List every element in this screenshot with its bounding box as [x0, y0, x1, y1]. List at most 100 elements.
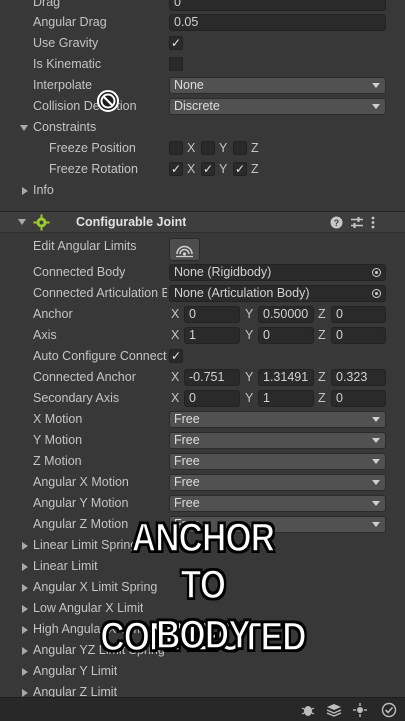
connected-body-field[interactable]: None (Rigidbody)	[169, 264, 386, 281]
foldout-closed-icon[interactable]	[22, 584, 28, 592]
freeze-position-x-checkbox[interactable]	[169, 141, 183, 155]
chevron-down-icon	[372, 459, 380, 464]
axis-y-field[interactable]: 0	[258, 327, 314, 344]
drag-field[interactable]: 0	[169, 0, 386, 11]
z-label: Z	[251, 162, 259, 176]
auto-configure-row: Auto Configure Connected Anchor ✓	[0, 346, 405, 367]
motion-label: X Motion	[33, 412, 83, 426]
secondary-axis-z-field[interactable]: 0	[331, 390, 386, 407]
motion-dropdown[interactable]: Free	[169, 495, 386, 512]
connected-articulation-label: Connected Articulation Body	[33, 286, 167, 300]
motion-dropdown[interactable]: Free	[169, 474, 386, 491]
x-label: X	[171, 328, 180, 342]
secondary-axis-y-field[interactable]: 1	[258, 390, 314, 407]
motion-dropdown[interactable]: Free	[169, 453, 386, 470]
is-kinematic-row: Is Kinematic	[0, 54, 405, 75]
motion-dropdown[interactable]: Free	[169, 432, 386, 449]
y-label: Y	[245, 328, 254, 342]
secondary-axis-label: Secondary Axis	[33, 391, 120, 405]
secondary-axis-x-field[interactable]: 0	[184, 390, 240, 407]
anchor-row: Anchor X 0 Y 0.50000 Z 0	[0, 304, 405, 325]
auto-configure-checkbox[interactable]: ✓	[169, 349, 183, 363]
foldout-closed-icon[interactable]	[22, 668, 28, 676]
connected-anchor-z-field[interactable]: 0.323	[331, 369, 386, 386]
z-label: Z	[251, 141, 259, 155]
freeze-rotation-x-checkbox[interactable]: ✓	[169, 162, 183, 176]
foldout-closed-icon[interactable]	[22, 563, 28, 571]
connected-body-label: Connected Body	[33, 265, 126, 279]
object-picker-icon[interactable]	[372, 268, 381, 277]
freeze-rotation-z-checkbox[interactable]: ✓	[233, 162, 247, 176]
y-label: Y	[219, 162, 228, 176]
foldout-open-icon[interactable]	[18, 219, 26, 225]
configurable-joint-header[interactable]: Configurable Joint ?	[0, 211, 405, 233]
foldout-closed-icon[interactable]	[22, 689, 28, 697]
motion-value: Free	[174, 496, 200, 510]
edit-angular-limits-row: Edit Angular Limits	[0, 236, 405, 262]
connected-anchor-x-field[interactable]: -0.751	[184, 369, 240, 386]
constraints-row[interactable]: Constraints	[0, 117, 405, 138]
is-kinematic-checkbox[interactable]	[169, 57, 183, 71]
angular-drag-field[interactable]: 0.05	[169, 14, 386, 31]
use-gravity-row: Use Gravity ✓	[0, 33, 405, 54]
foldout-row[interactable]: Angular Z Limit	[0, 682, 405, 699]
freeze-rotation-row: Freeze Rotation ✓ X ✓ Y ✓ Z	[0, 159, 405, 180]
freeze-position-y-checkbox[interactable]	[201, 141, 215, 155]
motion-label: Angular X Motion	[33, 475, 129, 489]
foldout-closed-icon[interactable]	[22, 647, 28, 655]
lighting-icon[interactable]	[352, 702, 368, 718]
use-gravity-label: Use Gravity	[33, 36, 99, 50]
interpolate-value: None	[174, 78, 204, 92]
interpolate-dropdown[interactable]: None	[169, 77, 386, 94]
edit-angular-limits-button[interactable]	[169, 238, 200, 261]
z-label: Z	[318, 307, 326, 321]
freeze-rotation-y-checkbox[interactable]: ✓	[201, 162, 215, 176]
axis-x-field[interactable]: 1	[184, 327, 240, 344]
foldout-row[interactable]: Angular Y Limit	[0, 661, 405, 682]
motion-dropdown[interactable]: Free	[169, 411, 386, 428]
freeze-position-z-checkbox[interactable]	[233, 141, 247, 155]
connected-articulation-value: None (Articulation Body)	[174, 286, 310, 300]
axis-row: Axis X 1 Y 0 Z 0	[0, 325, 405, 346]
freeze-position-label: Freeze Position	[49, 141, 136, 155]
checkmark-circle-icon[interactable]	[381, 702, 397, 718]
edit-angular-limits-label: Edit Angular Limits	[33, 239, 137, 253]
interpolate-row: Interpolate None	[0, 75, 405, 96]
preset-settings-icon[interactable]	[350, 216, 364, 229]
use-gravity-checkbox[interactable]: ✓	[169, 36, 183, 50]
freeze-position-row: Freeze Position X Y Z	[0, 138, 405, 159]
bug-icon[interactable]	[300, 702, 316, 718]
connected-anchor-y-field[interactable]: 1.31491	[258, 369, 314, 386]
chevron-down-icon	[372, 480, 380, 485]
anchor-x-field[interactable]: 0	[184, 306, 240, 323]
foldout-closed-icon[interactable]	[22, 605, 28, 613]
x-label: X	[171, 370, 180, 384]
motion-value: Free	[174, 412, 200, 426]
chevron-down-icon	[372, 104, 380, 109]
more-options-icon[interactable]	[370, 216, 376, 229]
foldout-open-icon[interactable]	[20, 125, 28, 131]
chevron-down-icon	[372, 438, 380, 443]
x-label: X	[187, 141, 196, 155]
axis-z-field[interactable]: 0	[331, 327, 386, 344]
x-label: X	[187, 162, 196, 176]
help-icon[interactable]: ?	[330, 216, 343, 229]
collision-detection-dropdown[interactable]: Discrete	[169, 98, 386, 115]
motion-label: Angular Y Motion	[33, 496, 129, 510]
motion-value: Free	[174, 433, 200, 447]
connected-articulation-field[interactable]: None (Articulation Body)	[169, 285, 386, 302]
anchor-y-field[interactable]: 0.50000	[258, 306, 314, 323]
foldout-closed-icon[interactable]	[22, 626, 28, 634]
chevron-down-icon	[372, 501, 380, 506]
is-kinematic-label: Is Kinematic	[33, 57, 102, 71]
foldout-closed-icon[interactable]	[22, 542, 28, 550]
layers-icon[interactable]	[326, 702, 342, 718]
anchor-z-field[interactable]: 0	[331, 306, 386, 323]
y-label: Y	[245, 391, 254, 405]
info-row[interactable]: Info	[0, 180, 405, 201]
freeze-rotation-label: Freeze Rotation	[49, 162, 138, 176]
auto-configure-label: Auto Configure Connected Anchor	[33, 349, 167, 363]
foldout-closed-icon[interactable]	[22, 187, 28, 195]
object-picker-icon[interactable]	[372, 289, 381, 298]
edit-angular-limits-icon	[176, 245, 193, 258]
